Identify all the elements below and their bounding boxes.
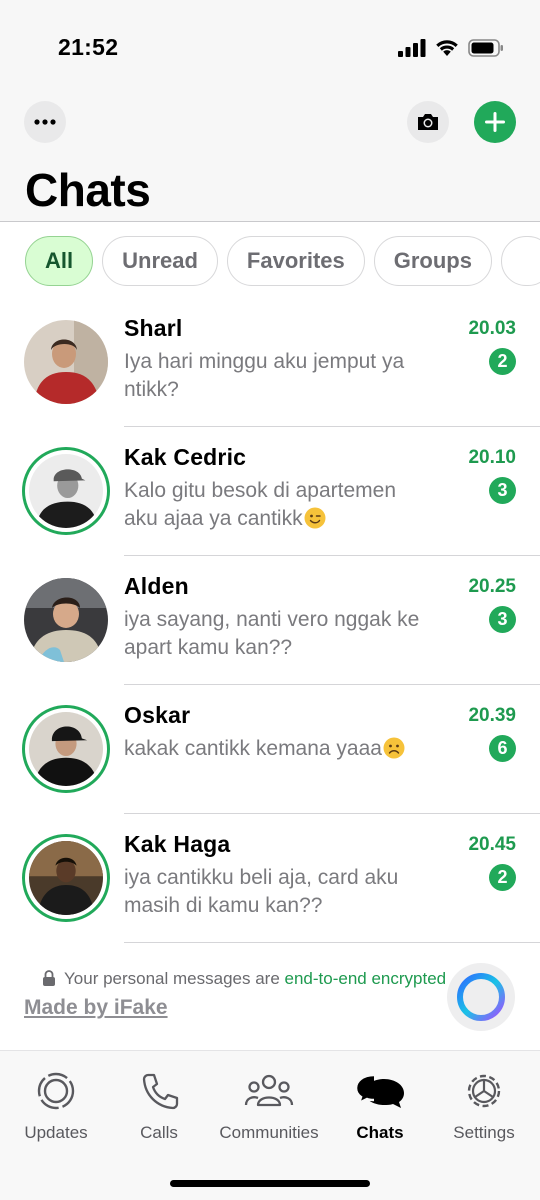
filter-chips: All Unread Favorites Groups [25,236,540,288]
filter-chip-favorites[interactable]: Favorites [226,236,365,286]
avatar-status-ring[interactable] [22,447,110,535]
filter-chip-groups[interactable]: Groups [373,236,492,286]
avatar[interactable] [22,318,110,406]
gear-icon [467,1074,501,1108]
tab-calls[interactable]: Calls [104,1069,214,1143]
chat-row[interactable]: Kak Haga iya cantikku beli aja, card aku… [0,814,540,943]
chat-name: Sharl [124,315,183,341]
wifi-icon [436,40,458,56]
filter-chip-add[interactable] [500,236,540,286]
signal-icon [398,38,426,57]
tab-settings[interactable]: Settings [429,1069,539,1143]
unread-badge: 2 [489,348,516,375]
avatar-photo [29,712,103,786]
encryption-text: Your personal messages are [64,969,285,988]
chat-time: 20.39 [468,705,516,726]
avatar-photo [29,841,103,915]
chat-row[interactable]: Sharl Iya hari minggu aku jemput ya ntik… [0,298,540,427]
avatar[interactable] [22,576,110,664]
chat-name: Oskar [124,702,191,728]
status-icons [398,38,504,57]
chat-preview: iya sayang, nanti vero nggak ke apart ka… [124,608,420,659]
chat-time: 20.25 [468,576,516,597]
lock-icon [43,970,55,986]
meta-ai-icon [457,973,505,1021]
avatar-photo [24,320,108,404]
filter-chip-all[interactable]: All [25,236,94,286]
chat-time: 20.03 [468,318,516,339]
new-chat-button[interactable] [474,101,516,143]
chat-name: Kak Haga [124,831,231,857]
chat-name: Kak Cedric [124,444,247,470]
camera-button[interactable] [407,101,449,143]
filter-chip-unread[interactable]: Unread [102,236,218,286]
chats-icon [354,1073,404,1108]
tab-label: Chats [356,1123,404,1142]
more-button[interactable] [24,101,66,143]
frowning-face-icon [383,737,405,759]
tab-label: Settings [453,1123,515,1142]
unread-badge: 6 [489,735,516,762]
avatar-status-ring[interactable] [22,834,110,922]
tab-label: Communities [219,1123,319,1142]
avatar-photo [29,454,103,528]
tab-communities[interactable]: Communities [214,1069,324,1143]
chat-name: Alden [124,573,189,599]
tab-bar: Updates Calls Communities Chats Settings [0,1050,540,1200]
phone-icon [142,1073,179,1110]
chat-time: 20.10 [468,447,516,468]
avatar-status-ring[interactable] [22,705,110,793]
chat-preview: kakak cantikk kemana yaaa [124,735,434,763]
updates-icon [37,1072,75,1110]
home-indicator [170,1180,370,1187]
chat-row[interactable]: Alden iya sayang, nanti vero nggak ke ap… [0,556,540,685]
chat-preview-text: Kalo gitu besok di apartemen aku ajaa ya… [124,479,397,530]
plus-icon [485,112,505,132]
chat-preview-text: kakak cantikk kemana yaaa [124,737,382,760]
meta-ai-button[interactable] [447,963,515,1031]
unread-badge: 3 [489,477,516,504]
row-divider [124,941,540,943]
tab-chats[interactable]: Chats [325,1069,435,1143]
unread-badge: 2 [489,864,516,891]
chat-time: 20.45 [468,834,516,855]
tab-label: Calls [140,1123,178,1142]
page-title: Chats [25,164,151,216]
ellipsis-icon [34,119,56,125]
chat-preview: Kalo gitu besok di apartemen aku ajaa ya… [124,477,434,533]
chat-row[interactable]: Kak Cedric Kalo gitu besok di apartemen … [0,427,540,556]
communities-icon [244,1074,294,1107]
tab-updates[interactable]: Updates [1,1069,111,1143]
encryption-notice: Your personal messages are end-to-end en… [64,969,484,989]
encryption-link[interactable]: end-to-end encrypted [285,969,447,988]
chat-row[interactable]: Oskar kakak cantikk kemana yaaa 20.39 6 [0,685,540,814]
avatar-photo [24,578,108,662]
watermark: Made by iFake [24,996,168,1019]
camera-icon [418,114,438,130]
status-time: 21:52 [58,34,119,60]
battery-icon [468,38,503,57]
winking-face-icon [304,507,326,529]
chat-preview: iya cantikku beli aja, card aku masih di… [124,866,399,917]
unread-badge: 3 [489,606,516,633]
tab-label: Updates [24,1123,88,1142]
chat-preview: Iya hari minggu aku jemput ya ntikk? [124,350,405,401]
